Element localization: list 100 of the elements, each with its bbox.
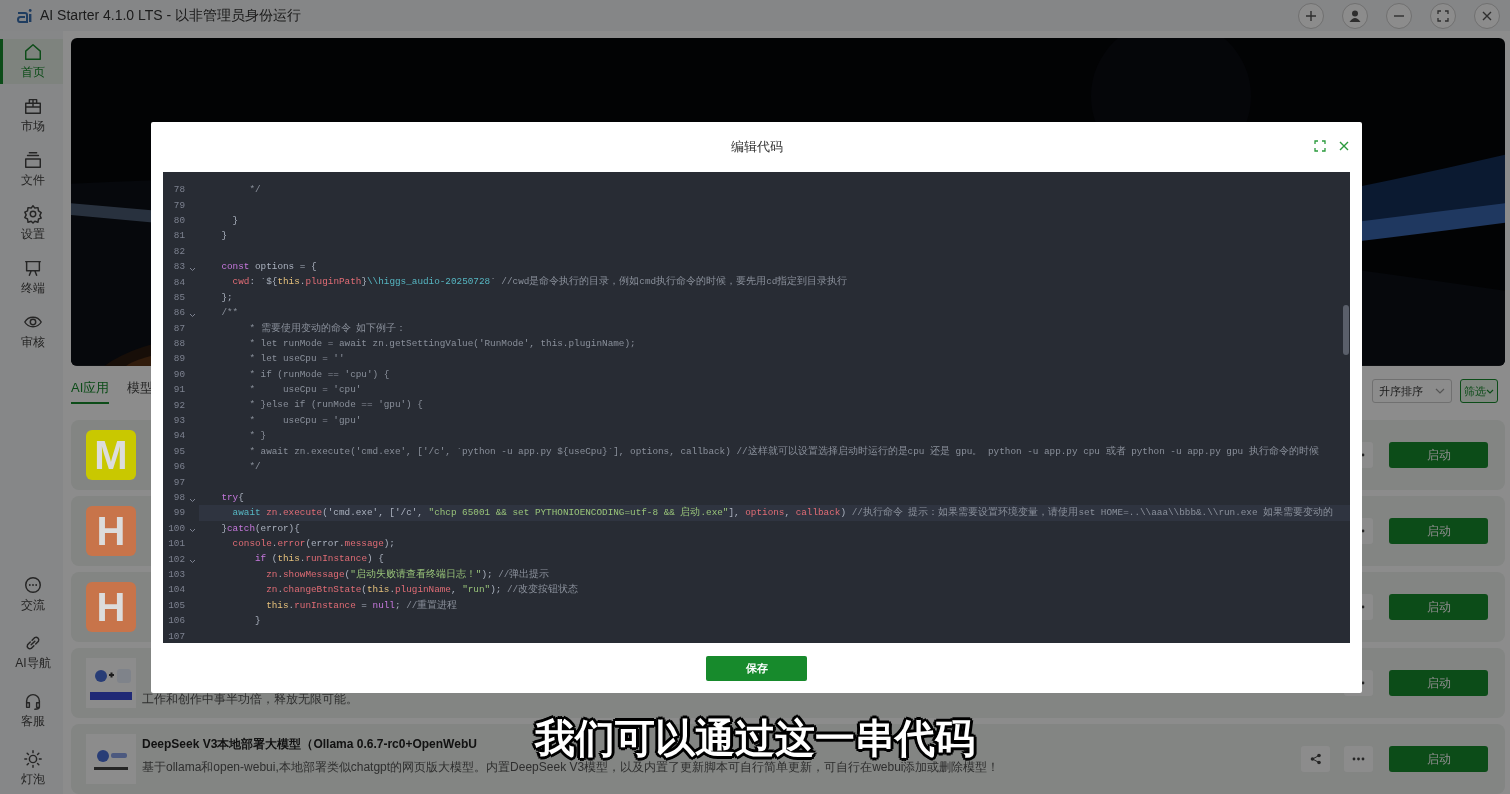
chevron-down-icon bbox=[1486, 388, 1494, 394]
bag-icon bbox=[23, 96, 43, 116]
sidebar-item[interactable]: 终端 bbox=[0, 255, 63, 300]
start-button[interactable]: 启动 bbox=[1389, 442, 1488, 468]
add-button[interactable] bbox=[1298, 2, 1324, 29]
line-number: 82 bbox=[172, 245, 185, 257]
code-line: } bbox=[231, 213, 240, 228]
line-number: 100 bbox=[167, 522, 185, 534]
share-button[interactable] bbox=[1301, 746, 1330, 772]
start-button[interactable]: 启动 bbox=[1389, 746, 1488, 772]
sidebar-item[interactable]: 审核 bbox=[0, 309, 63, 354]
line-number: 104 bbox=[167, 584, 185, 596]
code-line: const options = { bbox=[220, 259, 318, 274]
line-number: 89 bbox=[172, 353, 185, 365]
line-number: 96 bbox=[172, 461, 185, 473]
line-number: 93 bbox=[172, 415, 185, 427]
code-line: * useCpu = 'cpu' bbox=[248, 383, 363, 398]
code-line: }catch(error){ bbox=[220, 521, 301, 536]
close-button[interactable] bbox=[1474, 2, 1500, 29]
code-line: } bbox=[220, 229, 228, 244]
line-number: 83 bbox=[172, 261, 185, 273]
code-line: try{ bbox=[220, 490, 245, 505]
sidebar-item[interactable]: 交流 bbox=[0, 568, 63, 620]
sidebar-item[interactable]: 设置 bbox=[0, 201, 63, 246]
minimize-button[interactable] bbox=[1386, 2, 1412, 29]
sidebar-item[interactable]: AI导航 bbox=[0, 626, 63, 678]
line-number: 87 bbox=[172, 322, 185, 334]
home-icon bbox=[23, 42, 43, 62]
line-number: 79 bbox=[172, 199, 185, 211]
code-line: zn.showMessage("启动失败请查看终端日志！"); //弹出提示 bbox=[265, 566, 551, 582]
line-number: 105 bbox=[167, 599, 185, 611]
more-icon bbox=[1352, 757, 1365, 761]
app-avatar: H bbox=[86, 506, 136, 556]
code-line: this.runInstance = null; //重置进程 bbox=[265, 597, 459, 613]
line-number: 80 bbox=[172, 214, 185, 226]
line-number: 92 bbox=[172, 399, 185, 411]
window-title: AI Starter 4.1.0 LTS - 以非管理员身份运行 bbox=[40, 6, 303, 25]
code-editor[interactable] bbox=[163, 172, 1350, 643]
line-number: 78 bbox=[172, 184, 185, 196]
code-line: * } bbox=[248, 429, 268, 444]
line-number: 95 bbox=[172, 445, 185, 457]
sidebar-item[interactable]: 市场 bbox=[0, 93, 63, 138]
close-icon[interactable] bbox=[1338, 140, 1350, 152]
app-title: DeepSeek V3本地部署大模型（Ollama 0.6.7-rc0+OpenWebU bbox=[142, 736, 477, 753]
line-number: 86 bbox=[172, 307, 185, 319]
app-description: 工作和创作中事半功倍，释放无限可能。 bbox=[142, 691, 358, 708]
code-line: /** bbox=[220, 306, 240, 321]
account-button[interactable] bbox=[1342, 2, 1368, 29]
logo-icon bbox=[16, 7, 33, 24]
line-number: 91 bbox=[172, 384, 185, 396]
line-number: 85 bbox=[172, 291, 185, 303]
save-button[interactable]: 保存 bbox=[706, 655, 807, 681]
more-button[interactable] bbox=[1344, 746, 1373, 772]
code-line: */ bbox=[248, 460, 262, 475]
line-number: 102 bbox=[167, 553, 185, 565]
code-line: */ bbox=[248, 183, 262, 197]
line-number: 97 bbox=[172, 476, 185, 488]
code-line: * 需要使用变动的命令 如下例子： bbox=[248, 320, 408, 336]
sidebar-item[interactable]: 客服 bbox=[0, 684, 63, 736]
video-subtitle: 我们可以通过这一串代码 bbox=[535, 714, 975, 761]
tray-icon bbox=[23, 150, 43, 170]
code-line: } bbox=[253, 613, 262, 628]
line-number: 81 bbox=[172, 230, 185, 242]
start-button[interactable]: 启动 bbox=[1389, 670, 1488, 696]
plus-icon bbox=[1304, 8, 1318, 23]
line-number: 107 bbox=[167, 630, 185, 642]
line-number: 90 bbox=[172, 368, 185, 380]
app-avatar: H bbox=[86, 582, 136, 632]
code-line: if (this.runInstance) { bbox=[253, 552, 385, 567]
fullscreen-icon[interactable] bbox=[1314, 140, 1326, 152]
maximize-button[interactable] bbox=[1430, 2, 1456, 29]
app-description: 基于ollama和open-webui,本地部署类似chatgpt的网页版大模型。内置DeepSeek V3模型，以及内置了更新脚本可自行简单更新，可自行在webui添加或删除模型！ bbox=[142, 759, 1000, 776]
line-number: 94 bbox=[172, 430, 185, 442]
code-line: * let runMode = await zn.getSettingValue('RunMode', this.pluginName); bbox=[248, 336, 637, 351]
share-icon bbox=[1309, 753, 1322, 765]
code-line: console.error(error.message); bbox=[231, 537, 396, 551]
line-number: 99 bbox=[172, 507, 185, 519]
settings-icon bbox=[23, 204, 43, 224]
tab[interactable]: AI应用 bbox=[71, 378, 110, 404]
line-number: 101 bbox=[167, 538, 185, 550]
chat-icon bbox=[23, 574, 43, 595]
sort-select[interactable]: 升序排序 bbox=[1372, 379, 1452, 404]
filter-button[interactable]: 筛选 bbox=[1460, 379, 1498, 404]
line-number: 84 bbox=[172, 276, 185, 288]
code-line: * useCpu = 'gpu' bbox=[248, 413, 363, 428]
start-button[interactable]: 启动 bbox=[1389, 518, 1488, 544]
line-number: 98 bbox=[172, 492, 185, 503]
start-button[interactable]: 启动 bbox=[1389, 594, 1488, 620]
fullscreen-icon bbox=[1436, 8, 1450, 23]
app-avatar: M bbox=[86, 430, 136, 480]
dialog-title: 编辑代码 bbox=[730, 138, 783, 156]
line-number: 103 bbox=[167, 568, 185, 580]
sidebar-item[interactable]: 首页 bbox=[0, 39, 63, 84]
code-line: }; bbox=[220, 290, 234, 305]
code-line: * await zn.execute('cmd.exe', ['/c', `python -u app.py ${useCpu}`], options, callback) //这样就可以设置选择启动时运行的是cpu 还是 gpu。 python -u app.py cpu 或者 python -u app.py gpu 执行命令的时候 bbox=[248, 443, 1320, 459]
sidebar-item[interactable]: 灯泡 bbox=[0, 742, 63, 794]
line-number: 88 bbox=[172, 338, 185, 350]
sidebar-item[interactable]: 文件 bbox=[0, 147, 63, 192]
code-line: cwd: `${this.pluginPath}\\higgs_audio-20250728` //cwd是命令执行的目录，例如cmd执行命令的时候，要先用cd指定到目录执行 bbox=[231, 274, 849, 290]
code-line: * if (runMode == 'cpu') { bbox=[248, 367, 391, 382]
